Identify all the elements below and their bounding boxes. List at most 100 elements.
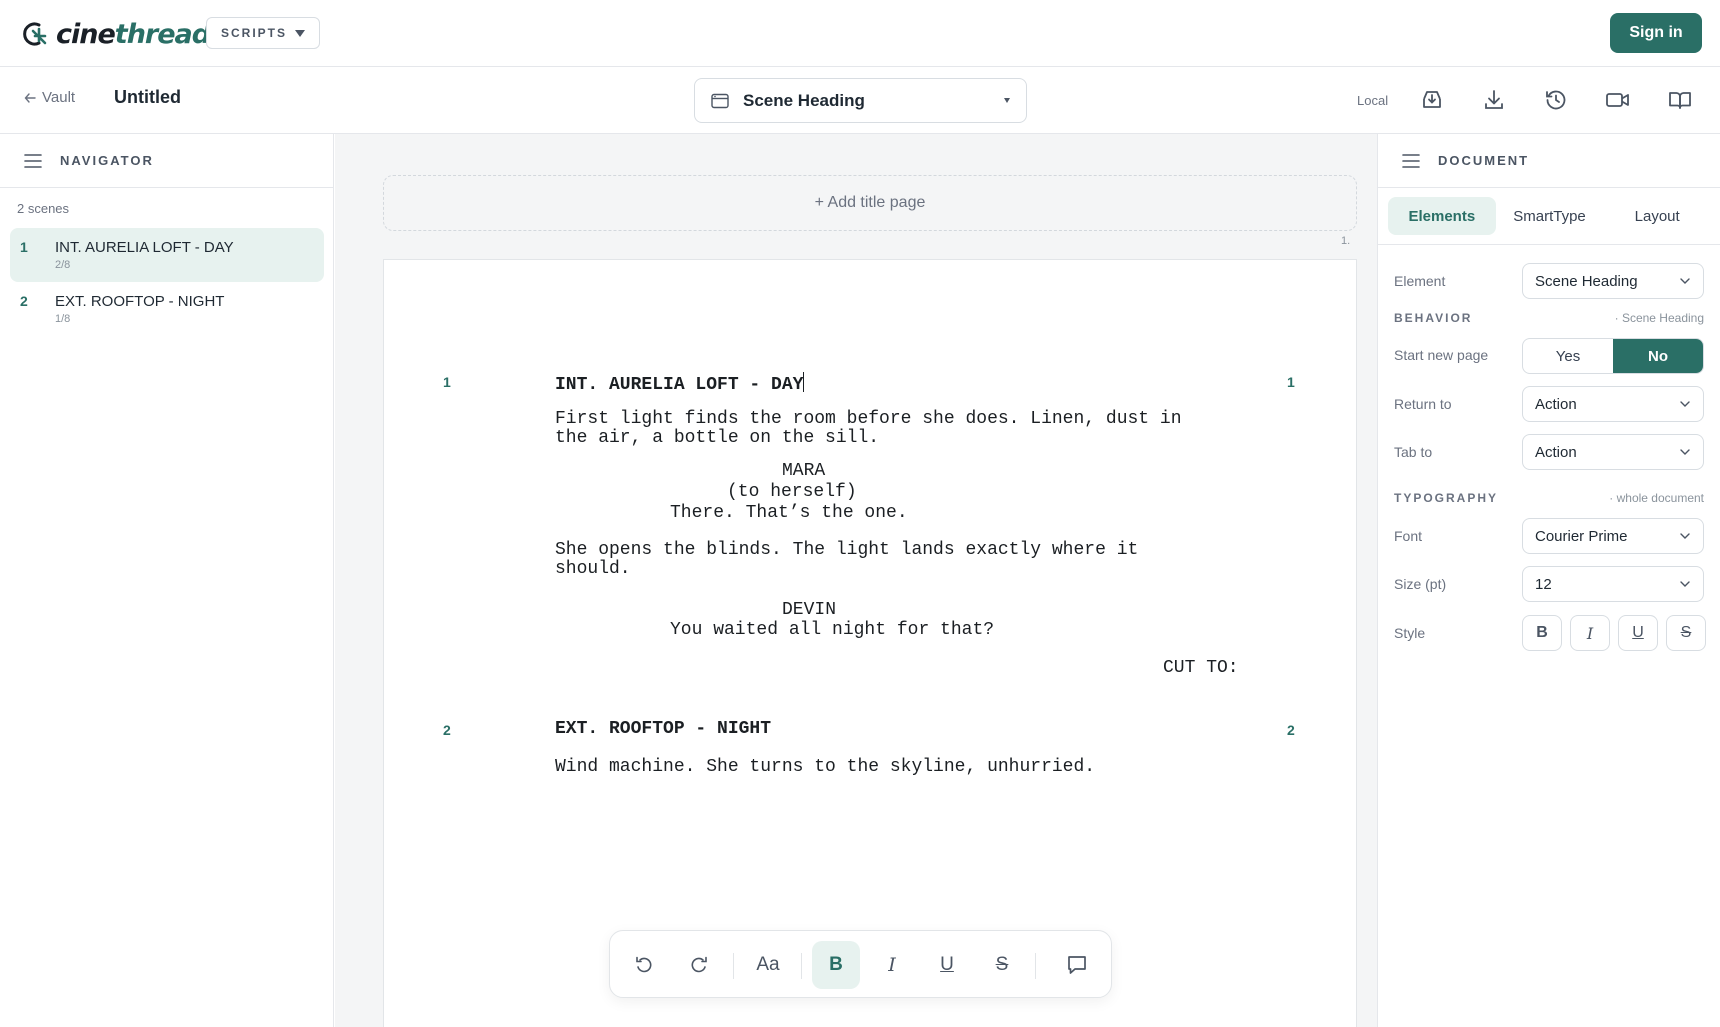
element-type-label: Scene Heading bbox=[743, 90, 865, 110]
back-to-vault-link[interactable]: Vault bbox=[24, 89, 75, 106]
script-page[interactable]: 1 1 INT. AURELIA LOFT - DAY First light … bbox=[383, 259, 1357, 1027]
import-button[interactable] bbox=[1419, 87, 1445, 113]
return-to-label: Return to bbox=[1394, 396, 1452, 412]
scene-number: 2 bbox=[20, 293, 28, 309]
start-new-page-label: Start new page bbox=[1394, 347, 1489, 363]
scene-name: EXT. ROOFTOP - NIGHT bbox=[55, 293, 225, 310]
parenthetical-line[interactable]: (to herself) bbox=[727, 483, 857, 502]
tab-elements[interactable]: Elements bbox=[1388, 197, 1496, 235]
reader-button[interactable] bbox=[1667, 87, 1693, 113]
style-italic-button[interactable]: I bbox=[1570, 615, 1610, 651]
scene-list-item[interactable]: 2 EXT. ROOFTOP - NIGHT 1/8 bbox=[10, 282, 324, 336]
dialogue-line[interactable]: There. That’s the one. bbox=[670, 504, 908, 523]
toolbar-divider bbox=[733, 953, 734, 979]
redo-icon bbox=[691, 956, 707, 973]
scripts-menu-button[interactable]: SCRIPTS bbox=[206, 17, 321, 49]
book-open-icon bbox=[1669, 92, 1691, 109]
tray-download-icon bbox=[1423, 91, 1441, 108]
add-title-page-button[interactable]: + Add title page bbox=[383, 175, 1357, 231]
tab-smarttype[interactable]: SmartType bbox=[1496, 197, 1604, 235]
character-line[interactable]: DEVIN bbox=[782, 601, 836, 620]
navigator-header: NAVIGATOR bbox=[0, 134, 333, 188]
video-camera-icon bbox=[1606, 93, 1629, 107]
action-line[interactable]: First light finds the room before she do… bbox=[555, 410, 1182, 429]
toolbar-divider bbox=[801, 953, 802, 979]
chevron-down-icon bbox=[1680, 401, 1690, 407]
vault-label: Vault bbox=[42, 89, 76, 106]
typography-note: · whole document bbox=[1609, 491, 1704, 505]
style-label: Style bbox=[1394, 625, 1426, 641]
arrow-left-icon bbox=[24, 92, 36, 103]
storage-status: Local bbox=[1357, 93, 1389, 108]
text-cursor bbox=[803, 372, 805, 392]
sign-in-button[interactable]: Sign in bbox=[1610, 13, 1702, 53]
scene-number: 1 bbox=[20, 239, 28, 255]
element-value: Scene Heading bbox=[1535, 272, 1638, 290]
action-line[interactable]: She opens the blinds. The light lands ex… bbox=[555, 541, 1138, 560]
element-type-select[interactable]: Scene Heading bbox=[694, 78, 1027, 123]
transition-line[interactable]: CUT TO: bbox=[1163, 659, 1239, 678]
bold-button[interactable]: B bbox=[812, 941, 860, 989]
document-title-label: DOCUMENT bbox=[1438, 153, 1530, 168]
menu-icon[interactable] bbox=[24, 153, 42, 169]
character-line[interactable]: MARA bbox=[782, 462, 825, 481]
chevron-down-icon bbox=[1680, 581, 1690, 587]
scene-number-right: 1 bbox=[1287, 374, 1295, 390]
scene-number-left: 2 bbox=[443, 722, 451, 738]
scene-heading-line[interactable]: EXT. ROOFTOP - NIGHT bbox=[555, 720, 771, 739]
undo-button[interactable] bbox=[620, 941, 668, 989]
font-label: Font bbox=[1394, 528, 1423, 544]
scene-length: 2/8 bbox=[55, 259, 71, 271]
navigator-panel: NAVIGATOR 2 scenes 1 INT. AURELIA LOFT -… bbox=[0, 134, 334, 1027]
caret-down-icon bbox=[295, 29, 306, 37]
yes-option[interactable]: Yes bbox=[1523, 339, 1613, 373]
editor-canvas: + Add title page 1. 1 1 INT. AURELIA LOF… bbox=[335, 134, 1377, 1027]
text-case-button[interactable]: Aa bbox=[744, 941, 792, 989]
document-bar: Vault Untitled Scene Heading Local bbox=[0, 67, 1720, 134]
dialogue-line[interactable]: You waited all night for that? bbox=[670, 621, 994, 640]
scripts-label: SCRIPTS bbox=[221, 26, 288, 40]
action-line[interactable]: Wind machine. She turns to the skyline, … bbox=[555, 758, 1095, 777]
logo[interactable]: cinethread bbox=[18, 16, 211, 52]
style-bold-button[interactable]: B bbox=[1522, 615, 1562, 651]
document-panel: DOCUMENT Elements SmartType Layout Eleme… bbox=[1377, 134, 1720, 1027]
window-icon bbox=[711, 93, 729, 108]
chevron-down-icon bbox=[1680, 278, 1690, 284]
history-button[interactable] bbox=[1543, 87, 1569, 113]
navigator-title: NAVIGATOR bbox=[60, 153, 154, 168]
download-button[interactable] bbox=[1481, 87, 1507, 113]
comment-button[interactable] bbox=[1053, 941, 1101, 989]
page-number: 1. bbox=[1341, 235, 1351, 247]
logo-wordmark: cinethread bbox=[56, 18, 211, 50]
tab-to-dropdown[interactable]: Action bbox=[1522, 434, 1704, 470]
behavior-note: · Scene Heading bbox=[1614, 311, 1704, 325]
action-line[interactable]: should. bbox=[555, 560, 631, 579]
menu-icon[interactable] bbox=[1402, 153, 1420, 169]
scene-list-item[interactable]: 1 INT. AURELIA LOFT - DAY 2/8 bbox=[10, 228, 324, 282]
cinethread-logo-icon bbox=[23, 22, 47, 46]
tab-to-label: Tab to bbox=[1394, 444, 1433, 460]
element-dropdown[interactable]: Scene Heading bbox=[1522, 263, 1704, 299]
no-option[interactable]: No bbox=[1613, 339, 1703, 373]
toolbar-divider bbox=[1035, 953, 1036, 979]
chevron-down-icon bbox=[1680, 449, 1690, 455]
download-icon bbox=[1485, 90, 1503, 109]
style-underline-button[interactable]: U bbox=[1618, 615, 1658, 651]
document-title[interactable]: Untitled bbox=[114, 87, 181, 108]
size-dropdown[interactable]: 12 bbox=[1522, 566, 1704, 602]
tab-layout[interactable]: Layout bbox=[1603, 197, 1711, 235]
document-header: DOCUMENT bbox=[1378, 134, 1720, 188]
action-line[interactable]: the air, a bottle on the sill. bbox=[555, 429, 879, 448]
chevron-down-icon bbox=[1680, 533, 1690, 539]
scene-heading-line[interactable]: INT. AURELIA LOFT - DAY bbox=[555, 372, 805, 395]
redo-button[interactable] bbox=[675, 941, 723, 989]
strikethrough-button[interactable]: S bbox=[978, 941, 1026, 989]
style-strike-button[interactable]: S bbox=[1666, 615, 1706, 651]
italic-button[interactable]: I bbox=[868, 941, 916, 989]
video-button[interactable] bbox=[1605, 87, 1631, 113]
format-toolbar: Aa B I U S bbox=[609, 930, 1112, 998]
return-to-dropdown[interactable]: Action bbox=[1522, 386, 1704, 422]
tab-to-value: Action bbox=[1535, 443, 1577, 461]
font-dropdown[interactable]: Courier Prime bbox=[1522, 518, 1704, 554]
underline-button[interactable]: U bbox=[923, 941, 971, 989]
